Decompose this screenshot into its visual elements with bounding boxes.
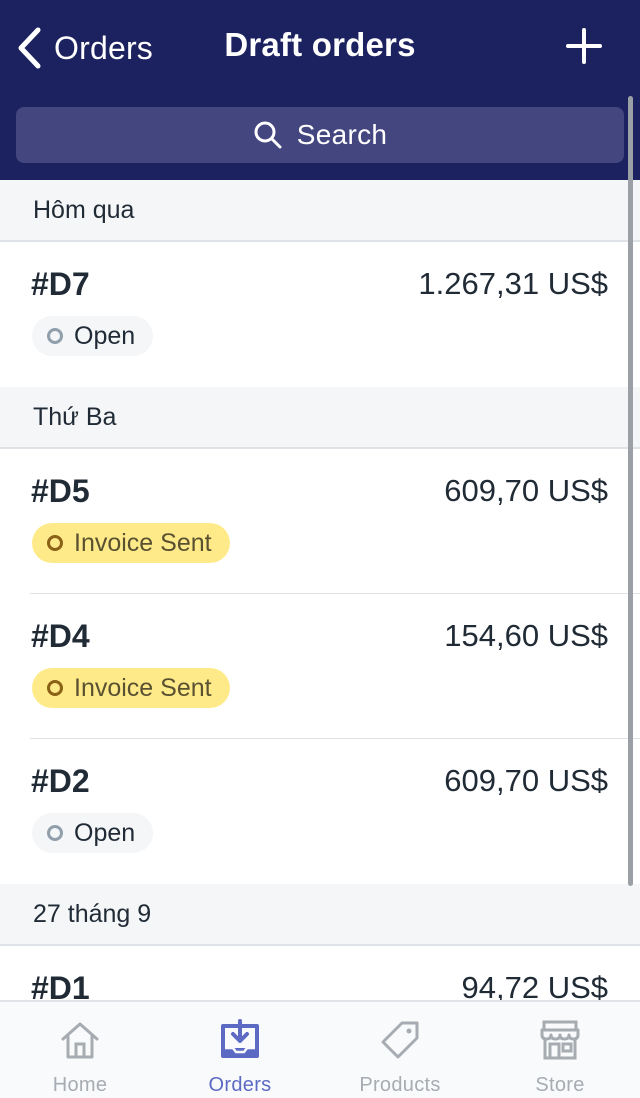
status-dot-icon bbox=[47, 825, 63, 841]
order-row[interactable]: #D5 609,70 US$ Invoice Sent bbox=[0, 449, 640, 594]
status-label: Open bbox=[74, 321, 136, 350]
order-total: 94,72 US$ bbox=[461, 970, 609, 1000]
status-dot-icon bbox=[47, 328, 63, 344]
tab-label: Orders bbox=[208, 1074, 272, 1096]
tab-orders[interactable]: Orders bbox=[160, 1002, 320, 1098]
tab-label: Products bbox=[359, 1074, 441, 1096]
order-total: 154,60 US$ bbox=[444, 618, 608, 653]
order-id: #D7 bbox=[31, 266, 90, 302]
search-placeholder: Search bbox=[296, 119, 388, 150]
status-label: Invoice Sent bbox=[74, 673, 212, 702]
status-badge: Open bbox=[32, 813, 154, 853]
status-dot-icon bbox=[47, 535, 63, 551]
page-title: Draft orders bbox=[224, 26, 416, 63]
status-badge: Invoice Sent bbox=[32, 523, 230, 563]
tab-store[interactable]: Store bbox=[480, 1002, 640, 1098]
orders-inbox-icon bbox=[221, 1019, 259, 1058]
section-header: 27 tháng 9 bbox=[0, 884, 640, 946]
tab-products[interactable]: Products bbox=[320, 1002, 480, 1098]
top-nav-bar: Orders Draft orders Search bbox=[0, 0, 640, 180]
scrollbar[interactable] bbox=[628, 96, 633, 886]
order-id: #D4 bbox=[31, 618, 90, 654]
order-row[interactable]: #D7 1.267,31 US$ Open bbox=[0, 242, 640, 387]
order-row[interactable]: #D1 94,72 US$ bbox=[0, 946, 640, 1000]
status-label: Invoice Sent bbox=[74, 528, 212, 557]
store-icon bbox=[540, 1020, 580, 1060]
tab-label: Home bbox=[52, 1074, 108, 1096]
order-id: #D1 bbox=[31, 970, 90, 1000]
add-draft-order-button[interactable] bbox=[564, 26, 604, 66]
home-icon bbox=[61, 1022, 99, 1059]
order-row[interactable]: #D4 154,60 US$ Invoice Sent bbox=[0, 594, 640, 739]
order-total: 609,70 US$ bbox=[444, 473, 608, 508]
search-icon bbox=[254, 121, 282, 149]
order-total: 1.267,31 US$ bbox=[418, 266, 608, 301]
order-total: 609,70 US$ bbox=[444, 763, 608, 798]
tab-label: Store bbox=[535, 1074, 585, 1096]
status-dot-icon bbox=[47, 680, 63, 696]
bottom-tab-bar: Home Orders Products Store bbox=[0, 1000, 640, 1098]
tag-icon bbox=[381, 1021, 419, 1059]
plus-icon bbox=[566, 28, 602, 64]
order-id: #D5 bbox=[31, 473, 90, 509]
order-row[interactable]: #D2 609,70 US$ Open bbox=[0, 739, 640, 884]
section-header: Thứ Ba bbox=[0, 387, 640, 449]
search-input[interactable]: Search bbox=[16, 107, 624, 163]
status-label: Open bbox=[74, 818, 136, 847]
status-badge: Open bbox=[32, 316, 154, 356]
draft-orders-list[interactable]: Hôm qua #D7 1.267,31 US$ Open Thứ Ba #D5… bbox=[0, 180, 640, 1000]
status-badge: Invoice Sent bbox=[32, 668, 230, 708]
section-header: Hôm qua bbox=[0, 180, 640, 242]
tab-home[interactable]: Home bbox=[0, 1002, 160, 1098]
order-id: #D2 bbox=[31, 763, 90, 799]
